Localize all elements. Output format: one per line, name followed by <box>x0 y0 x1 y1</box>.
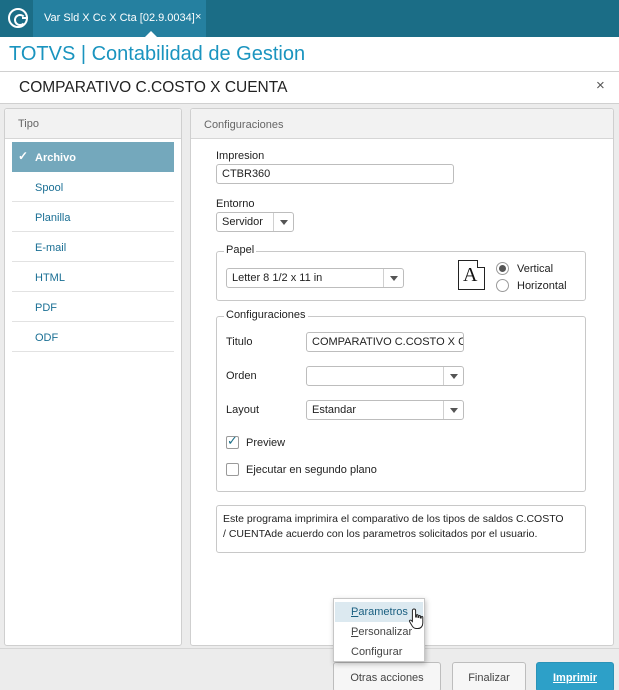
entorno-select[interactable]: Servidor <box>216 212 294 232</box>
vertical-radio[interactable] <box>496 262 509 275</box>
hand-cursor-icon <box>408 608 424 629</box>
top-bar: Var Sld X Cc X Cta [02.9.0034] × <box>0 0 619 37</box>
tipo-item-label: HTML <box>35 272 65 284</box>
totvs-logo-icon[interactable] <box>8 8 28 28</box>
check-icon: ✓ <box>18 149 29 163</box>
tipo-panel: Tipo ✓ Archivo Spool Planilla E-mail HTM… <box>4 108 182 646</box>
description-line: / CUENTAde acuerdo con los parametros so… <box>223 528 538 540</box>
horizontal-radio[interactable] <box>496 279 509 292</box>
chevron-down-icon[interactable] <box>443 367 463 385</box>
menu-item-label: ersonalizar <box>358 626 413 638</box>
chevron-down-icon[interactable] <box>383 269 403 287</box>
papel-legend: Papel <box>224 244 257 256</box>
tab-active-indicator <box>145 31 157 37</box>
chevron-down-icon[interactable] <box>443 401 463 419</box>
layout-value: Estandar <box>312 404 357 416</box>
otras-acciones-button[interactable]: Otras acciones <box>333 662 441 690</box>
page-orientation-icon: A <box>458 260 485 290</box>
menu-item-configurar[interactable]: Configurar <box>335 642 423 662</box>
tab-label: Var Sld X Cc X Cta [02.9.0034] <box>44 12 195 24</box>
tipo-list: ✓ Archivo Spool Planilla E-mail HTML PDF… <box>5 142 181 352</box>
configuraciones-legend: Configuraciones <box>224 309 308 321</box>
tipo-item-label: ODF <box>35 332 59 344</box>
tipo-item-html[interactable]: HTML <box>12 262 174 292</box>
papel-value: Letter 8 1/2 x 11 in <box>232 272 323 284</box>
titulo-label: Titulo <box>226 336 253 348</box>
tipo-item-label: Archivo <box>35 152 76 164</box>
segundo-plano-label: Ejecutar en segundo plano <box>246 464 377 476</box>
finalizar-button[interactable]: Finalizar <box>452 662 526 690</box>
impresion-input[interactable]: CTBR360 <box>216 164 454 184</box>
description-line: Este programa imprimira el comparativo d… <box>223 513 564 525</box>
titulo-input[interactable]: COMPARATIVO C.COSTO X CU <box>306 332 464 352</box>
tipo-item-archivo[interactable]: ✓ Archivo <box>12 142 174 172</box>
tipo-item-label: Spool <box>35 182 64 194</box>
tipo-item-odf[interactable]: ODF <box>12 322 174 352</box>
papel-select[interactable]: Letter 8 1/2 x 11 in <box>226 268 404 288</box>
footer-divider <box>0 648 619 649</box>
preview-label: Preview <box>246 437 286 449</box>
preview-checkbox[interactable]: ✓ <box>226 433 239 449</box>
layout-label: Layout <box>226 404 260 416</box>
dialog-close-icon[interactable]: × <box>596 77 605 94</box>
app-title-divider <box>0 71 619 72</box>
tipo-item-email[interactable]: E-mail <box>12 232 174 262</box>
entorno-value: Servidor <box>222 216 263 228</box>
imprimir-button[interactable]: Imprimir <box>536 662 614 690</box>
page-orientation-letter: A <box>463 264 478 286</box>
vertical-label: Vertical <box>517 263 554 275</box>
imprimir-label: Imprimir <box>552 672 597 684</box>
entorno-label: Entorno <box>216 198 255 210</box>
dialog-title: COMPARATIVO C.COSTO X CUENTA <box>19 79 288 96</box>
tab-var-sld[interactable]: Var Sld X Cc X Cta [02.9.0034] × <box>33 0 206 37</box>
tipo-item-label: Planilla <box>35 212 71 224</box>
tipo-item-label: E-mail <box>35 242 67 254</box>
app-title: TOTVS | Contabilidad de Gestion <box>9 43 306 65</box>
tipo-panel-header: Tipo <box>5 109 181 139</box>
tipo-item-spool[interactable]: Spool <box>12 172 174 202</box>
menu-item-label: arametros <box>358 606 408 618</box>
program-description: Este programa imprimira el comparativo d… <box>216 505 586 553</box>
tipo-item-pdf[interactable]: PDF <box>12 292 174 322</box>
tab-close-icon[interactable]: × <box>195 11 201 23</box>
segundo-plano-checkbox[interactable] <box>226 463 239 476</box>
chevron-down-icon[interactable] <box>273 213 293 231</box>
configuraciones-panel-header: Configuraciones <box>191 109 613 139</box>
tipo-item-label: PDF <box>35 302 57 314</box>
layout-select[interactable]: Estandar <box>306 400 464 420</box>
orden-label: Orden <box>226 370 257 382</box>
horizontal-label: Horizontal <box>517 280 567 292</box>
orden-select[interactable] <box>306 366 464 386</box>
impresion-label: Impresion <box>216 150 265 162</box>
check-icon: ✓ <box>227 433 238 448</box>
tipo-item-planilla[interactable]: Planilla <box>12 202 174 232</box>
